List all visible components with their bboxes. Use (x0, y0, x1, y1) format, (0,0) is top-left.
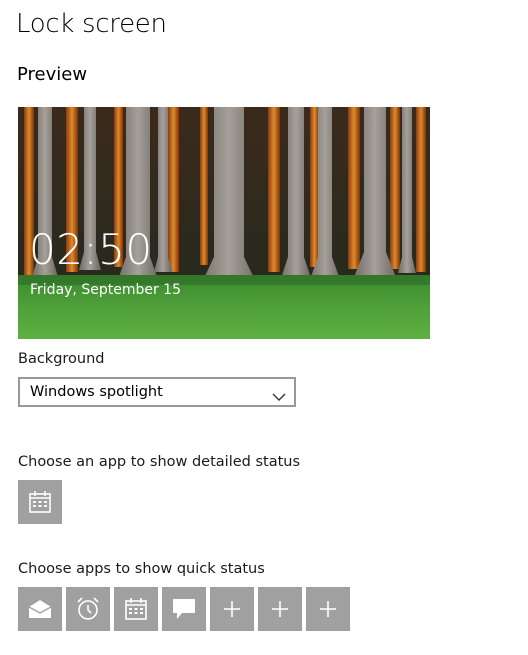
quick-status-calendar-button[interactable] (114, 587, 158, 631)
add-icon (272, 601, 288, 617)
chevron-down-icon (272, 387, 286, 406)
calendar-icon (125, 598, 147, 620)
background-dropdown[interactable]: Windows spotlight (18, 377, 296, 407)
clock-time: 02:50 (29, 225, 153, 274)
clock-date: Friday, September 15 (30, 282, 181, 298)
quick-status-add-button-3[interactable] (306, 587, 350, 631)
quick-status-alarm-button[interactable] (66, 587, 110, 631)
page-title: Lock screen (16, 9, 167, 39)
add-icon (224, 601, 240, 617)
quick-status-add-button-2[interactable] (258, 587, 302, 631)
message-icon (173, 599, 195, 619)
preview-heading: Preview (17, 64, 88, 85)
lock-screen-preview: 02:50 Friday, September 15 (18, 107, 430, 339)
calendar-icon (29, 491, 51, 513)
add-icon (320, 601, 336, 617)
detailed-status-app-button[interactable] (18, 480, 62, 524)
quick-status-mail-button[interactable] (18, 587, 62, 631)
quick-status-messaging-button[interactable] (162, 587, 206, 631)
background-label: Background (18, 351, 105, 367)
forest-background-image (18, 107, 430, 339)
background-selected-value: Windows spotlight (30, 384, 163, 400)
mail-icon (28, 600, 52, 618)
quick-status-add-button-1[interactable] (210, 587, 254, 631)
detailed-status-label: Choose an app to show detailed status (18, 454, 301, 470)
quick-status-label: Choose apps to show quick status (18, 561, 265, 577)
alarm-icon (77, 597, 99, 620)
